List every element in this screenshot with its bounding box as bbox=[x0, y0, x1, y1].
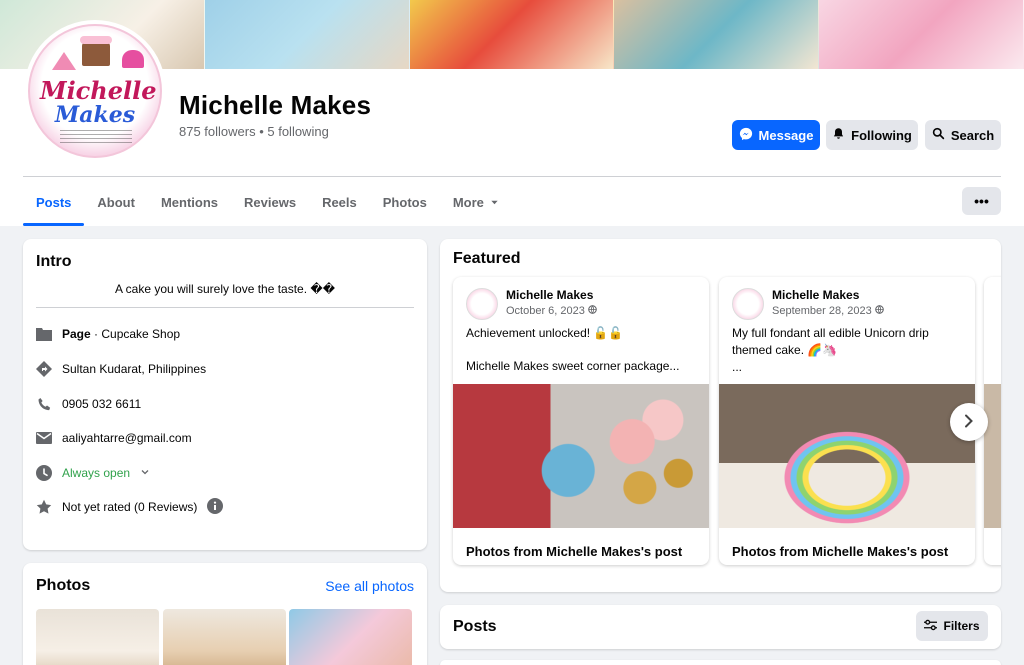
sliders-icon bbox=[924, 619, 938, 634]
directions-icon bbox=[36, 361, 52, 377]
info-icon[interactable] bbox=[207, 497, 224, 517]
tab-photos[interactable]: Photos bbox=[370, 178, 440, 226]
photos-card: Photos See all photos bbox=[23, 563, 427, 665]
post-author[interactable]: Michelle Makes bbox=[772, 288, 859, 302]
phone-text: 0905 032 6611 bbox=[62, 397, 142, 411]
page-header: Michelle Makes Michelle Makes 875 follow… bbox=[0, 0, 1024, 226]
featured-card: Featured Michelle Makes October 6, 2023 … bbox=[440, 239, 1001, 592]
search-icon bbox=[932, 127, 945, 143]
email-row: aaliyahtarre@gmail.com bbox=[36, 428, 192, 448]
filters-button[interactable]: Filters bbox=[916, 611, 988, 641]
filters-label: Filters bbox=[943, 619, 980, 633]
tab-more[interactable]: More bbox=[440, 178, 512, 226]
intro-card: Intro A cake you will surely love the ta… bbox=[23, 239, 427, 550]
follower-stats[interactable]: 875 followers • 5 following bbox=[179, 124, 329, 139]
featured-title: Featured bbox=[453, 250, 521, 267]
intro-divider bbox=[36, 307, 414, 308]
photos-title: Photos bbox=[36, 577, 91, 594]
message-label: Message bbox=[758, 127, 814, 143]
tab-about[interactable]: About bbox=[84, 178, 148, 226]
avatar bbox=[466, 288, 498, 320]
hours-row[interactable]: Always open bbox=[36, 463, 150, 483]
tab-reviews[interactable]: Reviews bbox=[231, 178, 309, 226]
post-image[interactable] bbox=[719, 384, 975, 528]
location-text: Sultan Kudarat, Philippines bbox=[62, 362, 207, 376]
globe-icon bbox=[874, 305, 884, 317]
chevron-right-icon bbox=[963, 412, 975, 433]
post-caption[interactable]: Photos from Michelle Makes's post bbox=[732, 544, 948, 559]
following-label: Following bbox=[851, 127, 912, 143]
post-text: My full fondant all edible Unicorn drip … bbox=[732, 326, 929, 374]
messenger-icon bbox=[739, 127, 753, 144]
tab-reels[interactable]: Reels bbox=[309, 178, 370, 226]
avatar bbox=[732, 288, 764, 320]
page-tabs: Posts About Mentions Reviews Reels Photo… bbox=[23, 178, 512, 226]
post-text: Achievement unlocked! 🔓🔓 Michelle Makes … bbox=[466, 326, 680, 373]
star-icon bbox=[36, 499, 52, 515]
page-title: Michelle Makes bbox=[179, 90, 372, 120]
post-date[interactable]: October 6, 2023 bbox=[506, 305, 597, 317]
following-button[interactable]: Following bbox=[826, 120, 918, 150]
search-button[interactable]: Search bbox=[925, 120, 1001, 150]
post-date[interactable]: September 28, 2023 bbox=[772, 305, 884, 317]
featured-post[interactable]: Michelle Makes September 28, 2023 My ful… bbox=[719, 277, 975, 565]
rating-text: Not yet rated (0 Reviews) bbox=[62, 500, 198, 514]
message-button[interactable]: Message bbox=[732, 120, 820, 150]
flag-icon bbox=[36, 326, 52, 342]
tab-posts[interactable]: Posts bbox=[23, 178, 85, 226]
page-avatar[interactable]: Michelle Makes bbox=[24, 20, 166, 162]
chevron-down-icon bbox=[140, 466, 150, 480]
posts-card: Posts Filters bbox=[440, 605, 1001, 649]
post-author[interactable]: Michelle Makes bbox=[506, 288, 593, 302]
email-text[interactable]: aaliyahtarre@gmail.com bbox=[62, 431, 192, 445]
page-category-row: Page · Cupcake Shop bbox=[36, 324, 180, 344]
hours-text: Always open bbox=[62, 466, 131, 480]
carousel-next-button[interactable] bbox=[950, 403, 988, 441]
globe-icon bbox=[588, 305, 597, 317]
intro-title: Intro bbox=[36, 253, 72, 270]
post-card bbox=[440, 660, 1001, 665]
photo-thumbnail[interactable] bbox=[36, 609, 159, 665]
intro-bio: A cake you will surely love the taste. �… bbox=[114, 282, 336, 296]
search-label: Search bbox=[950, 127, 995, 143]
post-image[interactable] bbox=[453, 384, 709, 528]
phone-icon bbox=[36, 396, 52, 412]
brand-logo: Michelle Makes bbox=[28, 24, 162, 158]
phone-row: 0905 032 6611 bbox=[36, 394, 141, 414]
posts-title: Posts bbox=[453, 618, 497, 635]
rating-row: Not yet rated (0 Reviews) bbox=[36, 497, 224, 517]
mail-icon bbox=[36, 430, 52, 446]
header-divider bbox=[23, 176, 1001, 177]
featured-post[interactable]: Michelle Makes October 6, 2023 Achieveme… bbox=[453, 277, 709, 565]
bell-icon bbox=[832, 127, 845, 143]
photo-thumbnail[interactable] bbox=[163, 609, 286, 665]
more-options-button[interactable]: ••• bbox=[962, 187, 1001, 215]
clock-icon bbox=[36, 465, 52, 481]
photo-thumbnail[interactable] bbox=[289, 609, 412, 665]
location-row: Sultan Kudarat, Philippines bbox=[36, 359, 206, 379]
tab-mentions[interactable]: Mentions bbox=[148, 178, 231, 226]
post-caption[interactable]: Photos from Michelle Makes's post bbox=[466, 544, 682, 559]
see-all-photos-link[interactable]: See all photos bbox=[325, 578, 414, 594]
caret-down-icon bbox=[490, 195, 499, 210]
